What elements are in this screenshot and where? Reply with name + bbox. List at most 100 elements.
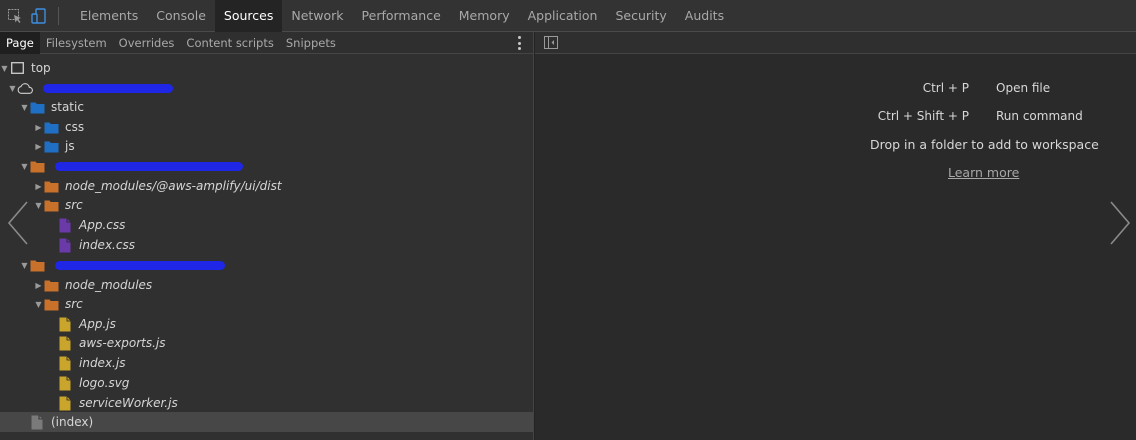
navigator-tab-filesystem[interactable]: Filesystem — [40, 32, 113, 54]
tree-item-label: index.css — [79, 238, 135, 252]
folder-icon — [43, 197, 59, 213]
tree-item-label: src — [65, 297, 83, 311]
tree-folder-row[interactable]: ▼ top — [0, 58, 533, 78]
tree-folder-row[interactable]: ▼ src — [0, 195, 533, 215]
tree-folder-row[interactable]: ▶ node_modules — [0, 275, 533, 295]
folder-icon — [43, 138, 59, 154]
tree-file-row[interactable]: logo.svg — [0, 373, 533, 393]
tree-file-row[interactable]: App.css — [0, 215, 533, 235]
device-toolbar-icon[interactable] — [30, 7, 48, 25]
tree-item-label: App.js — [79, 317, 116, 331]
tree-item-label: logo.svg — [79, 376, 130, 390]
tab-performance[interactable]: Performance — [353, 0, 450, 32]
shortcut-open-file-action: Open file — [996, 81, 1051, 95]
tree-item-label: index.js — [79, 356, 126, 370]
folder-icon — [29, 158, 45, 174]
devtools-toolbar: Elements Console Sources Network Performance… — [0, 0, 1136, 32]
collapsed-arrow-icon[interactable]: ▶ — [34, 117, 43, 137]
tree-folder-row[interactable]: ▼ — [0, 156, 533, 176]
folder-icon — [43, 277, 59, 293]
folder-icon — [29, 99, 45, 115]
navigator-tab-overrides[interactable]: Overrides — [113, 32, 181, 54]
tree-folder-row[interactable]: ▶ css — [0, 117, 533, 137]
tree-item-label: node_modules — [65, 278, 153, 292]
navigator-tab-snippets[interactable]: Snippets — [280, 32, 342, 54]
navigator-tabs: Page Filesystem Overrides Content scripts Sn… — [0, 31, 533, 54]
more-options-icon[interactable] — [517, 36, 521, 50]
navigator-pane: Page Filesystem Overrides Content scripts Sn… — [0, 31, 534, 440]
collapsed-arrow-icon[interactable]: ▶ — [34, 136, 43, 156]
tab-security[interactable]: Security — [606, 0, 675, 32]
next-arrow-icon[interactable] — [1108, 200, 1132, 249]
learn-more-link[interactable]: Learn more — [948, 165, 1019, 180]
shortcut-run-command-keys: Ctrl + Shift + P — [877, 109, 969, 123]
cloud-domain-icon — [17, 80, 33, 96]
tree-item-label: aws-exports.js — [79, 336, 166, 350]
tree-item-label: node_modules/@aws-amplify/ui/dist — [65, 179, 282, 193]
expanded-arrow-icon[interactable]: ▼ — [34, 195, 43, 215]
tab-elements[interactable]: Elements — [71, 0, 147, 32]
frame-icon — [9, 60, 25, 76]
css-file-icon — [57, 237, 73, 253]
tree-file-row[interactable]: serviceWorker.js — [0, 393, 533, 413]
tree-folder-row[interactable]: ▼ — [0, 78, 533, 98]
file-tree: ▼ top ▼ ▼ static ▶ css ▶ js ▼ ▶ node_modules/@aws-a… — [0, 54, 533, 440]
redaction-mark — [55, 161, 243, 171]
navigator-tab-list: Page Filesystem Overrides Content scripts Sn… — [0, 31, 342, 54]
tab-console[interactable]: Console — [147, 0, 215, 32]
tree-item-label: (index) — [51, 415, 94, 429]
panel-tabs: Elements Console Sources Network Performance… — [71, 0, 733, 32]
tab-application[interactable]: Application — [519, 0, 607, 32]
inspect-element-icon[interactable] — [6, 7, 24, 25]
expanded-arrow-icon[interactable]: ▼ — [20, 156, 29, 176]
tree-file-row[interactable]: index.css — [0, 235, 533, 255]
tab-network[interactable]: Network — [282, 0, 352, 32]
tree-file-row[interactable]: index.js — [0, 353, 533, 373]
tree-file-row[interactable]: (index) — [0, 412, 533, 432]
toggle-navigator-icon[interactable] — [544, 36, 558, 52]
navigator-tab-content-scripts[interactable]: Content scripts — [180, 32, 279, 54]
folder-icon — [43, 178, 59, 194]
css-file-icon — [57, 217, 73, 233]
tab-sources[interactable]: Sources — [214, 0, 283, 32]
drop-folder-message: Drop in a folder to add to workspace — [870, 137, 1099, 152]
tree-item-label: js — [65, 139, 75, 153]
editor-pane: Ctrl + P Open file Ctrl + Shift + P Run … — [535, 32, 1136, 440]
expanded-arrow-icon[interactable]: ▼ — [20, 255, 29, 275]
previous-arrow-icon[interactable] — [6, 200, 30, 249]
toolbar-divider — [58, 6, 59, 25]
script-file-icon — [57, 316, 73, 332]
navigator-tab-page[interactable]: Page — [0, 31, 40, 54]
tab-audits[interactable]: Audits — [676, 0, 733, 32]
tree-folder-row[interactable]: ▶ node_modules/@aws-amplify/ui/dist — [0, 176, 533, 196]
tree-folder-row[interactable]: ▼ — [0, 255, 533, 275]
tree-folder-row[interactable]: ▶ js — [0, 136, 533, 156]
folder-icon — [43, 296, 59, 312]
tree-file-row[interactable]: App.js — [0, 314, 533, 334]
shortcut-run-command-action: Run command — [996, 109, 1083, 123]
tree-item-label: src — [65, 198, 83, 212]
tree-folder-row[interactable]: ▼ static — [0, 97, 533, 117]
tree-item-label: static — [51, 100, 84, 114]
expanded-arrow-icon[interactable]: ▼ — [8, 78, 17, 98]
tab-memory[interactable]: Memory — [450, 0, 519, 32]
expanded-arrow-icon[interactable]: ▼ — [34, 294, 43, 314]
expanded-arrow-icon[interactable]: ▼ — [0, 58, 9, 78]
tree-file-row[interactable]: aws-exports.js — [0, 333, 533, 353]
expanded-arrow-icon[interactable]: ▼ — [20, 97, 29, 117]
tree-item-label: top — [31, 61, 51, 75]
redaction-mark — [55, 260, 225, 270]
editor-toolbar — [535, 32, 1136, 54]
tree-item-label: css — [65, 120, 85, 134]
collapsed-arrow-icon[interactable]: ▶ — [34, 176, 43, 196]
tree-folder-row[interactable]: ▼ src — [0, 294, 533, 314]
collapsed-arrow-icon[interactable]: ▶ — [34, 275, 43, 295]
script-file-icon — [57, 335, 73, 351]
